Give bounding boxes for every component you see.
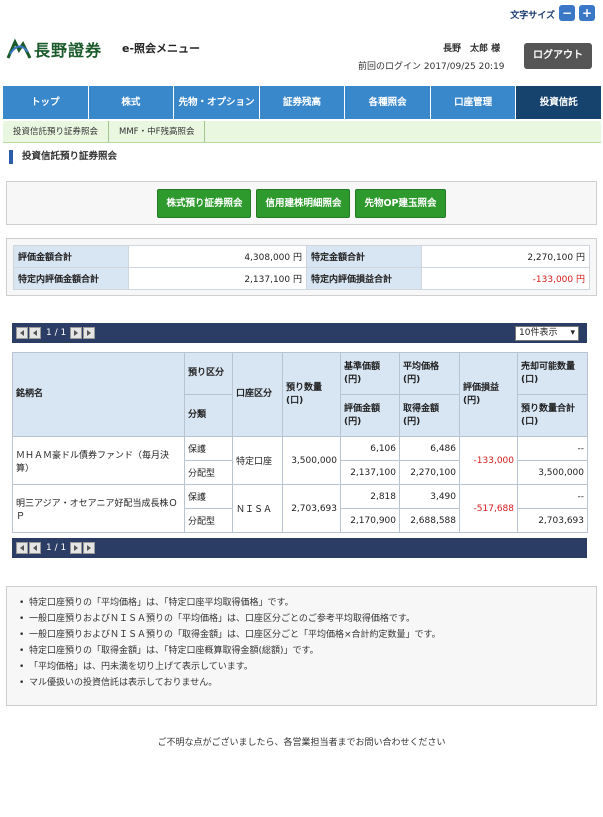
quantity: 3,500,000 bbox=[282, 436, 341, 485]
total-qty: 3,500,000 bbox=[517, 460, 588, 485]
last-page-icon[interactable] bbox=[83, 327, 96, 339]
summary-value: 2,270,100 円 bbox=[421, 245, 590, 268]
summary-label: 特定内評価損益合計 bbox=[306, 267, 422, 290]
last-login: 前回のログイン 2017/09/25 20:19 bbox=[358, 62, 505, 72]
header-avg-price: 平均価格 (円) bbox=[399, 352, 460, 395]
summary-label: 特定金額合計 bbox=[306, 245, 422, 268]
subnav-trust-holdings[interactable]: 投資信託預り証券照会 bbox=[3, 121, 110, 142]
deposit-type: 保護 bbox=[184, 436, 233, 461]
base-price: 6,106 bbox=[340, 436, 400, 461]
chevron-down-icon: ▾ bbox=[570, 328, 575, 338]
per-page-value: 10件表示 bbox=[519, 328, 558, 338]
header-deposit-type: 預り区分 bbox=[184, 352, 233, 395]
eval-amount: 2,170,900 bbox=[340, 508, 400, 533]
summary-label: 評価金額合計 bbox=[13, 245, 129, 268]
note-item: 「平均価格」は、円未満を切り上げて表示しています。 bbox=[19, 659, 584, 675]
header-base-price: 基準価額 (円) bbox=[340, 352, 400, 395]
total-qty: 2,703,693 bbox=[517, 508, 588, 533]
table-row: ＭＨＡＭ豪ドル債券ファンド（毎月決算） 保護 特定口座 3,500,000 6,… bbox=[12, 436, 588, 485]
futures-positions-button[interactable]: 先物OP建玉照会 bbox=[355, 188, 446, 218]
header-sellable: 売却可能数量 (口) bbox=[517, 352, 588, 395]
first-page-icon[interactable] bbox=[16, 327, 28, 339]
next-page-icon[interactable] bbox=[70, 327, 83, 339]
eval-amount: 2,137,100 bbox=[340, 460, 400, 485]
summary-value: 4,308,000 円 bbox=[128, 245, 307, 268]
pnl: -133,000 bbox=[459, 436, 518, 485]
inquiry-button-group: 株式預り証券照会 信用建株明細照会 先物OP建玉照会 bbox=[6, 181, 597, 225]
subnav-mmf-balance[interactable]: MMF・中F残高照会 bbox=[109, 121, 206, 142]
page-title: 投資信託預り証券照会 bbox=[9, 150, 117, 164]
note-item: 特定口座預りの「取得金額」は、「特定口座概算取得金額(総額)」です。 bbox=[19, 643, 584, 659]
user-name: 長野 太郎 様 bbox=[443, 44, 501, 54]
menu-title: e-照会メニュー bbox=[122, 42, 201, 55]
avg-price: 3,490 bbox=[399, 484, 460, 509]
account-type: ＮＩＳＡ bbox=[232, 484, 283, 533]
summary-value: 2,137,100 円 bbox=[128, 267, 307, 290]
header-category: 分類 bbox=[184, 394, 233, 437]
header-pnl: 評価損益 (円) bbox=[459, 352, 518, 437]
header-account-type: 口座区分 bbox=[232, 352, 283, 437]
category: 分配型 bbox=[184, 508, 233, 533]
note-item: マル優扱いの投資信託は表示しておりません。 bbox=[19, 675, 584, 691]
base-price: 2,818 bbox=[340, 484, 400, 509]
header-quantity: 預り数量 (口) bbox=[282, 352, 341, 437]
summary-label: 特定内評価金額合計 bbox=[13, 267, 129, 290]
nav-account-management[interactable]: 口座管理 bbox=[431, 86, 517, 119]
header-acq-amount: 取得金額 (円) bbox=[399, 394, 460, 437]
nav-securities-balance[interactable]: 証券残高 bbox=[260, 86, 346, 119]
table-row: 明三アジア・オセアニア好配当成長株ＯＰ 保護 ＮＩＳＡ 2,703,693 2,… bbox=[12, 484, 588, 533]
brand-name: 長野證券 bbox=[34, 41, 103, 60]
deposit-type: 保護 bbox=[184, 484, 233, 509]
header-eval-amount: 評価金額 (円) bbox=[340, 394, 400, 437]
nav-top[interactable]: トップ bbox=[3, 86, 89, 119]
brand-logo[interactable]: 長野證券 bbox=[6, 36, 102, 62]
per-page-select[interactable]: 10件表示 ▾ bbox=[515, 326, 579, 341]
avg-price: 6,486 bbox=[399, 436, 460, 461]
sellable-qty: -- bbox=[517, 436, 588, 461]
pnl: -517,688 bbox=[459, 484, 518, 533]
nav-futures-options[interactable]: 先物・オプション bbox=[174, 86, 260, 119]
prev-page-icon[interactable] bbox=[29, 327, 41, 339]
sub-nav: 投資信託預り証券照会 MMF・中F残高照会 bbox=[3, 121, 601, 143]
note-item: 特定口座預りの「平均価格」は、「特定口座平均取得価格」です。 bbox=[19, 595, 584, 611]
footer-text: ご不明な点がございましたら、各営業担当者までお問い合わせください bbox=[157, 738, 446, 748]
font-size-decrease-button[interactable]: − bbox=[559, 5, 575, 21]
category: 分配型 bbox=[184, 460, 233, 485]
font-size-increase-button[interactable]: + bbox=[579, 5, 595, 21]
header-total-qty: 預り数量合計 (口) bbox=[517, 394, 588, 437]
summary-value: -133,000 円 bbox=[421, 267, 590, 290]
nav-stocks[interactable]: 株式 bbox=[89, 86, 175, 119]
nav-inquiries[interactable]: 各種照会 bbox=[345, 86, 431, 119]
pager-bottom: 1 / 1 bbox=[12, 538, 587, 558]
font-size-label: 文字サイズ bbox=[510, 11, 555, 21]
fund-name: ＭＨＡＭ豪ドル債券ファンド（毎月決算） bbox=[12, 436, 185, 485]
acq-amount: 2,270,100 bbox=[399, 460, 460, 485]
prev-page-icon[interactable] bbox=[29, 542, 41, 554]
summary-table: 評価金額合計 4,308,000 円 特定金額合計 2,270,100 円 特定… bbox=[13, 245, 590, 290]
quantity: 2,703,693 bbox=[282, 484, 341, 533]
brand-mark-icon bbox=[6, 38, 32, 59]
next-page-icon[interactable] bbox=[70, 542, 83, 554]
note-item: 一般口座預りおよびＮＩＳＡ預りの「取得金額」は、口座区分ごと「平均価格×合計約定… bbox=[19, 627, 584, 643]
pager-top: 1 / 1 10件表示 ▾ bbox=[12, 323, 587, 343]
summary-box: 評価金額合計 4,308,000 円 特定金額合計 2,270,100 円 特定… bbox=[6, 238, 597, 296]
account-type: 特定口座 bbox=[232, 436, 283, 485]
fund-name: 明三アジア・オセアニア好配当成長株ＯＰ bbox=[12, 484, 185, 533]
header-name: 銘柄名 bbox=[12, 352, 185, 437]
sellable-qty: -- bbox=[517, 484, 588, 509]
nav-investment-trusts[interactable]: 投資信託 bbox=[516, 86, 602, 119]
note-item: 一般口座預りおよびＮＩＳＡ預りの「平均価格」は、口座区分ごとのご参考平均取得価格… bbox=[19, 611, 584, 627]
first-page-icon[interactable] bbox=[16, 542, 28, 554]
top-bar: 文字サイズ − + bbox=[0, 0, 603, 30]
page-indicator: 1 / 1 bbox=[46, 543, 67, 553]
last-page-icon[interactable] bbox=[83, 542, 96, 554]
holdings-table: 銘柄名 預り区分 口座区分 預り数量 (口) 基準価額 (円) 平均価格 (円)… bbox=[12, 352, 588, 533]
stock-holdings-button[interactable]: 株式預り証券照会 bbox=[157, 188, 252, 218]
logout-button[interactable]: ログアウト bbox=[524, 43, 592, 69]
margin-positions-button[interactable]: 信用建株明細照会 bbox=[256, 188, 351, 218]
page-indicator: 1 / 1 bbox=[46, 328, 67, 338]
acq-amount: 2,688,588 bbox=[399, 508, 460, 533]
main-nav: トップ 株式 先物・オプション 証券残高 各種照会 口座管理 投資信託 bbox=[3, 86, 602, 119]
notes-box: 特定口座預りの「平均価格」は、「特定口座平均取得価格」です。 一般口座預りおよび… bbox=[6, 586, 597, 706]
